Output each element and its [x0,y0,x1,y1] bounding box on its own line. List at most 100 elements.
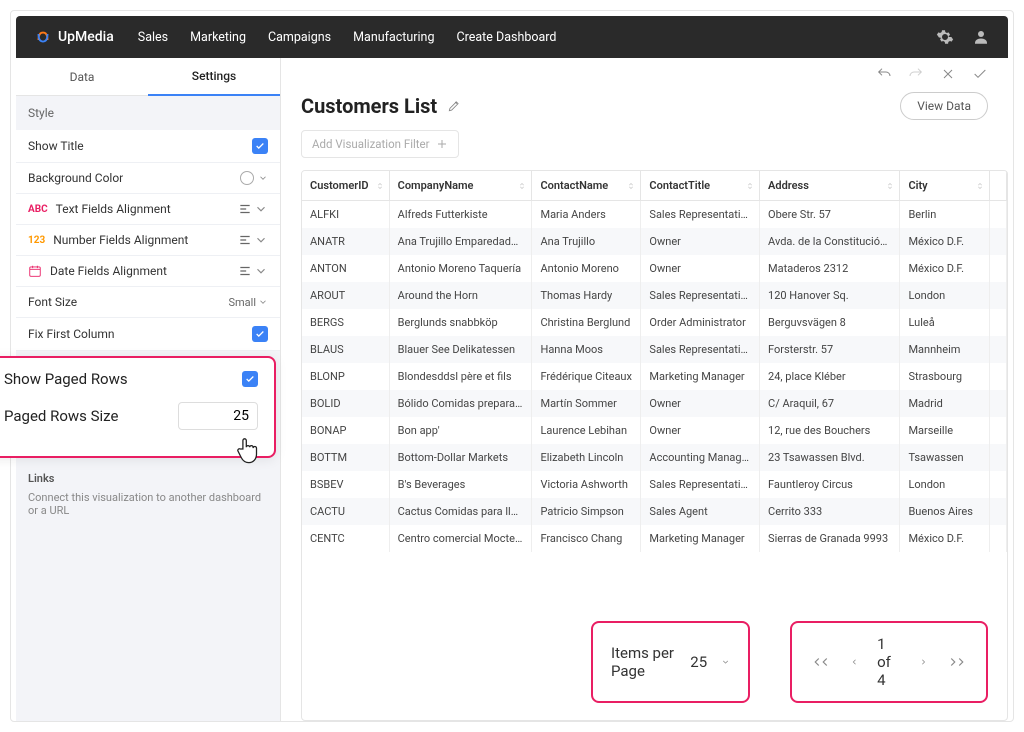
redo-icon[interactable] [908,66,924,82]
table-row[interactable]: BONAPBon app'Laurence LebihanOwner12, ru… [302,417,1007,444]
nav-create-dashboard[interactable]: Create Dashboard [456,30,556,45]
table-row[interactable]: ANATRAna Trujillo Emparedados y hel...An… [302,228,1007,255]
table-row[interactable]: BOLIDBólido Comidas preparadasMartín Som… [302,390,1007,417]
setting-show-title[interactable]: Show Title [16,130,280,163]
nav-manufacturing[interactable]: Manufacturing [353,30,434,45]
table-cell: Sales Agent [641,498,760,525]
callout-paged-rows: Show Paged Rows Paged Rows Size [0,356,276,458]
nav-campaigns[interactable]: Campaigns [268,30,331,45]
pencil-icon[interactable] [447,99,461,113]
table-cell: AROUT [302,282,389,309]
nav-sales[interactable]: Sales [138,30,168,45]
setting-date-align[interactable]: Date Fields Alignment [16,256,280,287]
brand-name: UpMedia [58,29,114,45]
align-icon [238,264,252,278]
table-cell: Order Administrator [641,309,760,336]
table-row[interactable]: ANTONAntonio Moreno TaqueríaAntonio More… [302,255,1007,282]
table-row[interactable]: BERGSBerglunds snabbköpChristina Berglun… [302,309,1007,336]
table-row[interactable]: AROUTAround the HornThomas HardySales Re… [302,282,1007,309]
paged-rows-size-label: Paged Rows Size [4,407,118,425]
pagination: 1 of 4 [790,621,988,703]
tab-settings[interactable]: Settings [148,58,280,96]
add-filter-button[interactable]: Add Visualization Filter [301,130,459,158]
column-header[interactable]: CompanyName [389,171,532,201]
table-cell: Strasbourg [900,363,990,390]
page-prev-button[interactable] [850,655,859,669]
view-data-button[interactable]: View Data [900,92,988,120]
table-cell: ANTON [302,255,389,282]
table-cell: Madrid [900,390,990,417]
table-cell: C/ Araquil, 67 [760,390,900,417]
page-first-button[interactable] [810,655,832,669]
table-cell: B's Beverages [389,471,532,498]
table-cell: Hanna Moos [532,336,641,363]
table-cell: Christina Berglund [532,309,641,336]
table-row[interactable]: BLAUSBlauer See DelikatessenHanna MoosSa… [302,336,1007,363]
close-icon[interactable] [940,66,956,82]
table-row[interactable]: CACTUCactus Comidas para llevarPatricio … [302,498,1007,525]
plus-icon [436,138,448,150]
table-cell: BERGS [302,309,389,336]
checkbox-icon[interactable] [252,326,268,342]
font-size-label: Font Size [28,295,77,309]
column-header[interactable]: CustomerID [302,171,389,201]
items-per-page[interactable]: Items per Page 25 [591,621,750,703]
setting-font-size[interactable]: Font Size Small [16,287,280,318]
table-cell: Bólido Comidas preparadas [389,390,532,417]
gear-icon[interactable] [936,28,954,46]
tab-data[interactable]: Data [16,58,148,96]
nav-marketing[interactable]: Marketing [190,30,246,45]
topbar: UpMedia Sales Marketing Campaigns Manufa… [16,16,1008,58]
setting-text-align[interactable]: ABCText Fields Alignment [16,194,280,225]
table-row[interactable]: BOTTMBottom-Dollar MarketsElizabeth Linc… [302,444,1007,471]
table-cell: Avda. de la Constitución 2222 [760,228,900,255]
check-icon[interactable] [972,66,988,82]
checkbox-icon[interactable] [252,138,268,154]
column-header[interactable]: ContactTitle [641,171,760,201]
table-cell: ANATR [302,228,389,255]
table-cell: Obere Str. 57 [760,201,900,229]
table-cell: BOTTM [302,444,389,471]
main-panel: Customers List View Data Add Visualizati… [281,58,1008,721]
setting-num-align[interactable]: 123Number Fields Alignment [16,225,280,256]
undo-icon[interactable] [876,66,892,82]
table-cell: BOLID [302,390,389,417]
table-cell: Ana Trujillo Emparedados y hel... [389,228,532,255]
checkbox-icon[interactable] [242,371,258,387]
paged-rows-size-input[interactable] [178,402,258,430]
table-cell: Cactus Comidas para llevar [389,498,532,525]
table-cell: Centro comercial Moctezuma [389,525,532,552]
table-row[interactable]: BSBEVB's BeveragesVictoria AshworthSales… [302,471,1007,498]
setting-bg-color[interactable]: Background Color [16,163,280,194]
table-cell: México D.F. [900,255,990,282]
table-cell: Marketing Manager [641,363,760,390]
table-cell: Mannheim [900,336,990,363]
table-cell: Victoria Ashworth [532,471,641,498]
add-filter-label: Add Visualization Filter [312,137,430,151]
user-icon[interactable] [972,28,990,46]
table-cell: BLAUS [302,336,389,363]
table-row[interactable]: CENTCCentro comercial MoctezumaFrancisco… [302,525,1007,552]
table-cell: Owner [641,255,760,282]
table-cell: Alfreds Futterkiste [389,201,532,229]
table-cell: BONAP [302,417,389,444]
show-title-label: Show Title [28,139,84,153]
page-last-button[interactable] [946,655,968,669]
calendar-icon [28,264,42,278]
table-row[interactable]: ALFKIAlfreds FutterkisteMaria AndersSale… [302,201,1007,229]
column-header[interactable]: ContactName [532,171,641,201]
table-cell: Sales Representative [641,282,760,309]
table-cell: Marketing Manager [641,525,760,552]
table-cell: Antonio Moreno [532,255,641,282]
chevron-down-icon [254,264,268,278]
main-nav: Sales Marketing Campaigns Manufacturing … [138,30,557,45]
table-cell: México D.F. [900,525,990,552]
table-row[interactable]: BLONPBlondesddsl père et filsFrédérique … [302,363,1007,390]
table-cell: London [900,282,990,309]
column-header[interactable]: City [900,171,990,201]
table-cell: Maria Anders [532,201,641,229]
setting-fix-first-column[interactable]: Fix First Column [16,318,280,351]
table-cell: Forsterstr. 57 [760,336,900,363]
page-next-button[interactable] [919,655,928,669]
column-header[interactable]: Address [760,171,900,201]
